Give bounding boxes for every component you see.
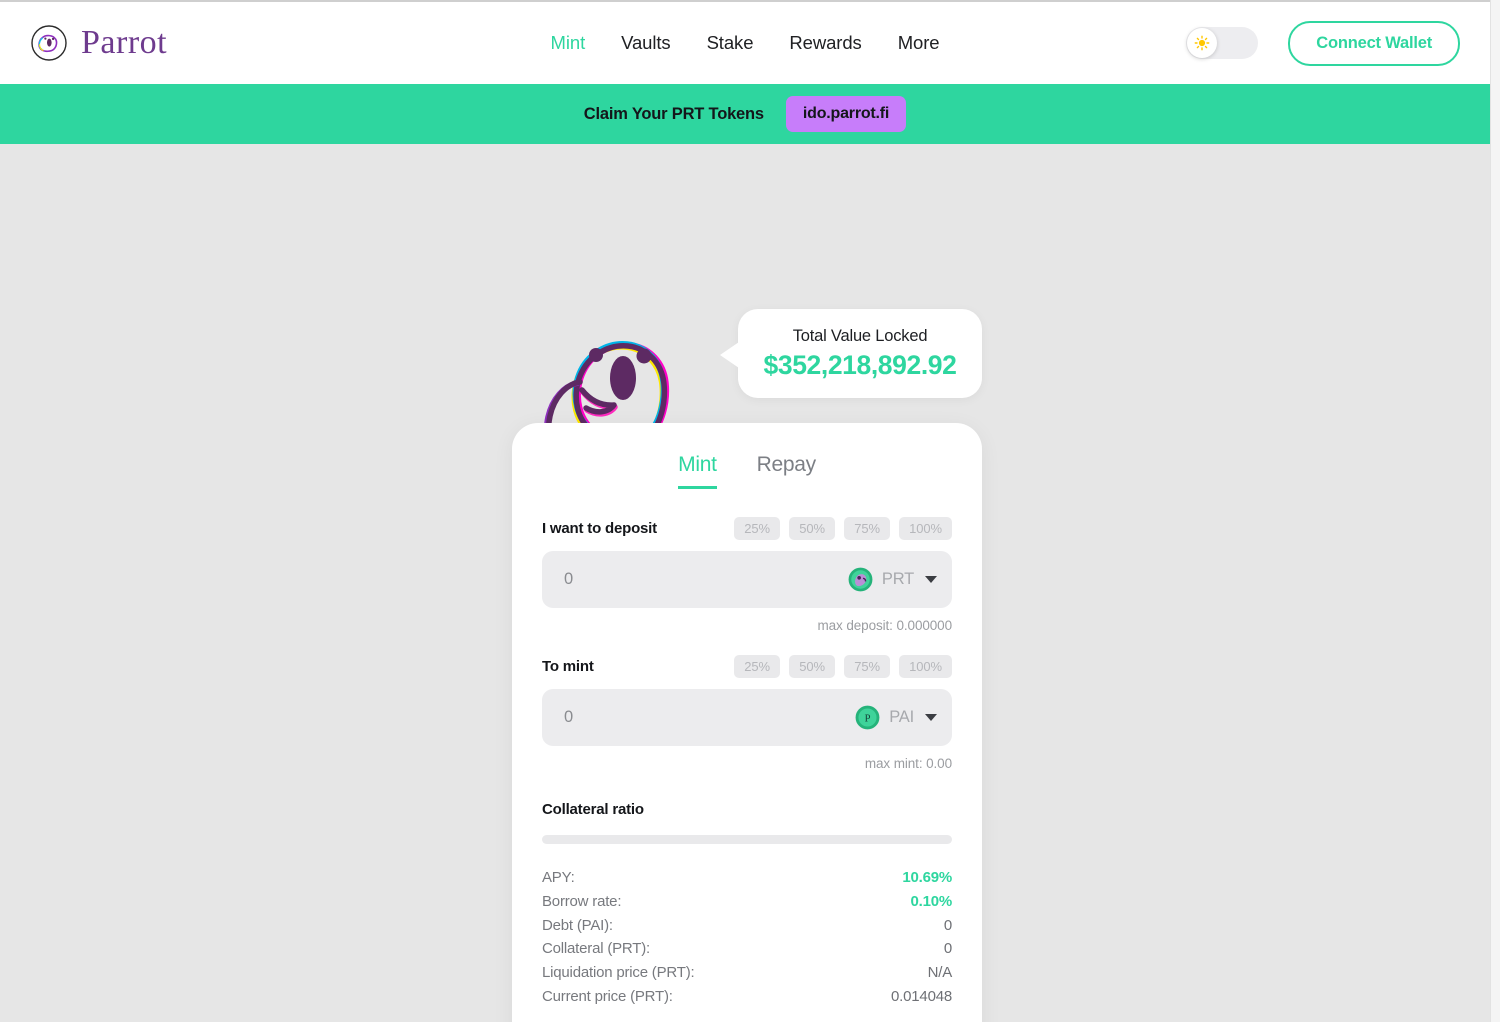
stat-row-debt: Debt (PAI): 0: [542, 914, 952, 938]
mint-label: To mint: [542, 658, 594, 675]
mint-percent-50[interactable]: 50%: [789, 655, 836, 678]
theme-toggle[interactable]: [1186, 27, 1259, 59]
stat-value: 0: [943, 940, 952, 958]
stat-value: 0.10%: [910, 892, 952, 910]
mint-token-select[interactable]: P PAI: [855, 705, 937, 730]
sun-icon: [1194, 35, 1210, 51]
mint-amount-box: P PAI: [542, 689, 952, 746]
stat-row-current-price: Current price (PRT): 0.014048: [542, 985, 952, 1009]
stat-key: Liquidation price (PRT):: [542, 964, 695, 982]
mint-percent-100[interactable]: 100%: [899, 655, 952, 678]
stat-value: 0.014048: [891, 987, 952, 1005]
card-tabs: Mint Repay: [542, 453, 952, 489]
theme-toggle-knob: [1187, 28, 1218, 58]
pai-token-icon: P: [855, 705, 880, 730]
stat-row-collateral: Collateral (PRT): 0: [542, 937, 952, 961]
mint-percent-group: 25% 50% 75% 100%: [734, 655, 952, 678]
page-body: Total Value Locked $352,218,892.92 Mint …: [0, 144, 1490, 1022]
vault-stats-list: APY: 10.69% Borrow rate: 0.10% Debt (PAI…: [542, 866, 952, 1009]
deposit-percent-25[interactable]: 25%: [734, 517, 781, 540]
top-navigation-bar: Parrot Mint Vaults Stake Rewards More Co…: [0, 2, 1490, 84]
stat-key: Current price (PRT):: [542, 987, 673, 1005]
app-window: Parrot Mint Vaults Stake Rewards More Co…: [0, 0, 1490, 1022]
page-scrollbar[interactable]: [1490, 0, 1500, 1022]
promo-banner-link[interactable]: ido.parrot.fi: [785, 96, 907, 132]
brand-logo[interactable]: Parrot: [30, 24, 167, 62]
parrot-mascot-icon: [544, 341, 670, 439]
stat-value: 0: [943, 916, 952, 934]
deposit-max-note: max deposit: 0.000000: [817, 618, 953, 633]
deposit-percent-50[interactable]: 50%: [789, 517, 836, 540]
mint-percent-25[interactable]: 25%: [734, 655, 781, 678]
deposit-percent-75[interactable]: 75%: [844, 517, 891, 540]
collateral-ratio-label: Collateral ratio: [542, 801, 644, 818]
promo-banner-text: Claim Your PRT Tokens: [583, 104, 764, 123]
nav-item-mint[interactable]: Mint: [551, 32, 586, 54]
deposit-token-select[interactable]: PRT: [848, 567, 937, 592]
mint-amount-input[interactable]: [564, 708, 856, 727]
deposit-token-symbol: PRT: [881, 570, 914, 588]
promo-banner: Claim Your PRT Tokens ido.parrot.fi: [0, 84, 1490, 144]
chevron-down-icon: [925, 576, 937, 583]
brand-name: Parrot: [81, 24, 168, 61]
mint-percent-75[interactable]: 75%: [844, 655, 891, 678]
tab-mint[interactable]: Mint: [678, 453, 717, 489]
stat-key: Collateral (PRT):: [542, 940, 651, 958]
connect-wallet-header-button[interactable]: Connect Wallet: [1288, 20, 1460, 66]
stat-key: APY:: [542, 869, 575, 886]
nav-item-stake[interactable]: Stake: [707, 32, 754, 54]
mint-token-symbol: PAI: [889, 708, 914, 726]
total-value-locked-bubble: Total Value Locked $352,218,892.92: [720, 309, 982, 398]
stat-row-liquidation-price: Liquidation price (PRT): N/A: [542, 961, 952, 985]
mint-max-note: max mint: 0.00: [864, 756, 952, 771]
deposit-percent-group: 25% 50% 75% 100%: [734, 517, 952, 540]
mint-card: Mint Repay I want to deposit 25% 50% 75%…: [512, 423, 982, 1022]
stat-key: Borrow rate:: [542, 892, 622, 910]
main-nav: Mint Vaults Stake Rewards More: [551, 32, 940, 54]
parrot-logo-icon: [31, 25, 67, 61]
nav-item-vaults[interactable]: Vaults: [621, 32, 671, 54]
deposit-percent-100[interactable]: 100%: [899, 517, 952, 540]
stat-key: Debt (PAI):: [542, 916, 613, 934]
deposit-amount-input[interactable]: [564, 570, 848, 589]
svg-text:P: P: [865, 714, 871, 725]
stat-value: N/A: [927, 964, 953, 982]
nav-item-more[interactable]: More: [898, 32, 940, 54]
header-actions: Connect Wallet: [1186, 20, 1460, 66]
stat-row-borrow-rate: Borrow rate: 0.10%: [542, 890, 952, 914]
stat-value: 10.69%: [902, 869, 952, 886]
deposit-field-header: I want to deposit 25% 50% 75% 100%: [542, 517, 952, 540]
collateral-ratio-bar: [542, 835, 952, 844]
tvl-label: Total Value Locked: [792, 326, 928, 345]
mint-field-header: To mint 25% 50% 75% 100%: [542, 655, 952, 678]
deposit-label: I want to deposit: [542, 520, 657, 537]
chevron-down-icon: [925, 714, 937, 721]
deposit-amount-box: PRT: [542, 551, 952, 608]
nav-item-rewards[interactable]: Rewards: [789, 32, 861, 54]
tab-repay[interactable]: Repay: [757, 453, 817, 489]
tvl-value: $352,218,892.92: [763, 349, 957, 380]
prt-token-icon: [848, 567, 873, 592]
stat-row-apy: APY: 10.69%: [542, 866, 952, 890]
